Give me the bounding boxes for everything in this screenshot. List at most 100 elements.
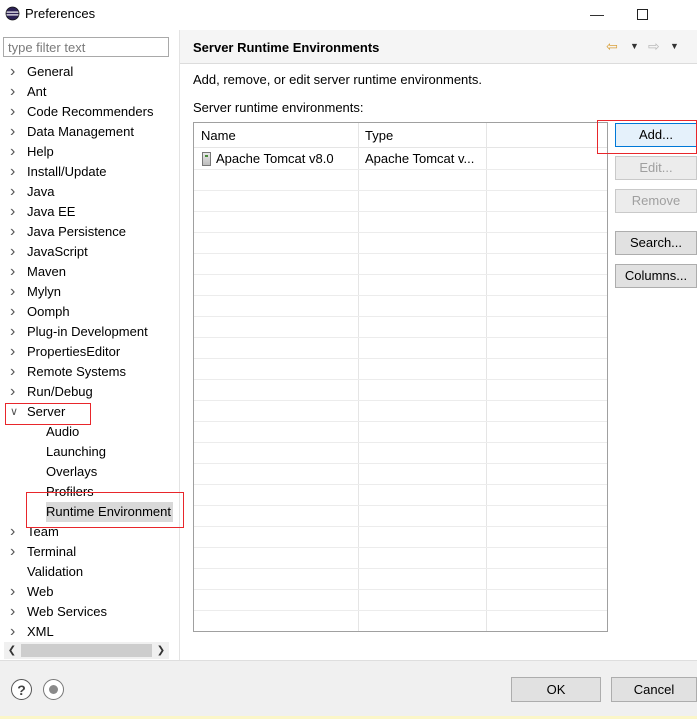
tree-item-label: XML xyxy=(27,624,54,639)
back-history-dropdown-icon[interactable]: ▼ xyxy=(630,37,639,55)
tree-item-label: Launching xyxy=(46,444,106,459)
runtime-name: Apache Tomcat v8.0 xyxy=(216,151,334,166)
row-divider xyxy=(194,484,607,485)
tree-item-label: Help xyxy=(27,144,54,159)
maximize-icon xyxy=(636,8,648,20)
chevron-right-icon[interactable]: › xyxy=(10,582,20,602)
page-description: Add, remove, or edit server runtime envi… xyxy=(193,72,483,87)
tree-item-label: Oomph xyxy=(27,304,70,319)
column-divider xyxy=(358,123,359,631)
add-button[interactable]: Add... xyxy=(615,123,697,147)
row-divider xyxy=(194,442,607,443)
tree-item-label: PropertiesEditor xyxy=(27,344,121,359)
row-divider xyxy=(194,631,607,632)
row-divider xyxy=(194,610,607,611)
help-icon[interactable]: ? xyxy=(11,679,32,700)
forward-arrow-icon[interactable]: ⇨ xyxy=(648,37,660,55)
page-header: Server Runtime Environments ⇦ ▼ ⇨ ▼ xyxy=(180,30,697,64)
chevron-right-icon[interactable]: › xyxy=(10,362,20,382)
chevron-right-icon[interactable]: › xyxy=(10,82,20,102)
remove-button[interactable]: Remove xyxy=(615,189,697,213)
tree-item-label: Data Management xyxy=(27,124,134,139)
row-divider xyxy=(194,379,607,380)
row-divider xyxy=(194,190,607,191)
columns-button[interactable]: Columns... xyxy=(615,264,697,288)
edit-button[interactable]: Edit... xyxy=(615,156,697,180)
tree-item-label: Overlays xyxy=(46,464,98,479)
tree-item-label: Terminal xyxy=(27,544,77,559)
dialog-footer: ? OK Cancel xyxy=(0,661,697,716)
chevron-right-icon[interactable]: › xyxy=(10,102,20,122)
tree-item-label: Install/Update xyxy=(27,164,107,179)
tree-item-label: Maven xyxy=(27,264,67,279)
chevron-right-icon[interactable]: › xyxy=(10,242,20,262)
row-divider xyxy=(194,589,607,590)
row-divider xyxy=(194,211,607,212)
row-divider xyxy=(194,547,607,548)
scroll-thumb[interactable] xyxy=(21,644,152,657)
minimize-icon: — xyxy=(590,6,604,22)
chevron-right-icon[interactable]: › xyxy=(10,182,20,202)
tree-item-label: Java Persistence xyxy=(27,224,126,239)
chevron-right-icon[interactable]: › xyxy=(10,282,20,302)
chevron-right-icon[interactable]: › xyxy=(10,602,20,622)
chevron-right-icon[interactable]: › xyxy=(10,262,20,282)
chevron-right-icon[interactable]: › xyxy=(10,122,20,142)
chevron-right-icon[interactable]: › xyxy=(10,62,20,82)
chevron-right-icon[interactable]: › xyxy=(10,542,20,562)
runtime-table[interactable]: Name Type Apache Tomcat v8.0 Apache Tomc… xyxy=(193,122,608,632)
search-button[interactable]: Search... xyxy=(615,231,697,255)
pane-divider[interactable] xyxy=(179,30,180,660)
chevron-right-icon[interactable]: › xyxy=(10,202,20,222)
chevron-right-icon[interactable]: › xyxy=(10,382,20,402)
chevron-right-icon[interactable]: › xyxy=(10,162,20,182)
chevron-right-icon[interactable]: › xyxy=(10,222,20,242)
tree-item-label: Java EE xyxy=(27,204,76,219)
preferences-tree[interactable]: › General › Ant › Code Recommenders › Data Mana… xyxy=(0,62,178,642)
tree-item-label: Audio xyxy=(46,424,80,439)
row-divider xyxy=(194,421,607,422)
tree-item-label: Remote Systems xyxy=(27,364,126,379)
row-divider xyxy=(194,316,607,317)
back-arrow-icon[interactable]: ⇦ xyxy=(606,37,618,55)
chevron-right-icon[interactable]: › xyxy=(10,322,20,342)
row-divider xyxy=(194,400,607,401)
scroll-left-icon[interactable]: ❮ xyxy=(4,642,20,659)
maximize-button[interactable] xyxy=(628,2,656,26)
record-macro-icon[interactable] xyxy=(43,679,64,700)
forward-history-dropdown-icon[interactable]: ▼ xyxy=(670,37,679,55)
runtime-list-label: Server runtime environments: xyxy=(193,100,364,115)
chevron-right-icon[interactable]: › xyxy=(10,522,20,542)
chevron-right-icon[interactable]: › xyxy=(10,622,20,642)
chevron-right-icon[interactable]: › xyxy=(10,142,20,162)
row-divider xyxy=(194,169,607,170)
page-title: Server Runtime Environments xyxy=(193,40,380,55)
chevron-right-icon[interactable]: › xyxy=(10,342,20,362)
tree-item-label: Profilers xyxy=(46,484,94,499)
row-divider xyxy=(194,232,607,233)
row-divider xyxy=(194,253,607,254)
row-divider xyxy=(194,295,607,296)
tree-horizontal-scrollbar[interactable]: ❮ ❯ xyxy=(4,642,169,659)
table-row[interactable]: Apache Tomcat v8.0 xyxy=(202,150,334,168)
tree-item-label: Server xyxy=(27,404,66,419)
filter-input[interactable] xyxy=(3,37,169,57)
runtime-type[interactable]: Apache Tomcat v... xyxy=(365,150,483,168)
tree-item-label: Run/Debug xyxy=(27,384,93,399)
server-runtime-icon xyxy=(202,151,211,166)
table-header: Name Type xyxy=(194,123,607,148)
cancel-button[interactable]: Cancel xyxy=(611,677,697,702)
row-divider xyxy=(194,505,607,506)
tree-item-label: Code Recommenders xyxy=(27,104,154,119)
tree-item-label: Ant xyxy=(27,84,47,99)
chevron-right-icon[interactable]: › xyxy=(10,302,20,322)
minimize-button[interactable]: — xyxy=(583,2,611,26)
column-header-type[interactable]: Type xyxy=(358,123,486,148)
ok-button[interactable]: OK xyxy=(511,677,601,702)
column-header-name[interactable]: Name xyxy=(194,123,358,148)
scroll-right-icon[interactable]: ❯ xyxy=(153,642,169,659)
tree-item-label: Runtime Environment xyxy=(46,502,173,522)
tree-item-label: JavaScript xyxy=(27,244,88,259)
tree-item-label: Validation xyxy=(27,564,84,579)
chevron-down-icon[interactable]: ∨ xyxy=(10,402,20,422)
